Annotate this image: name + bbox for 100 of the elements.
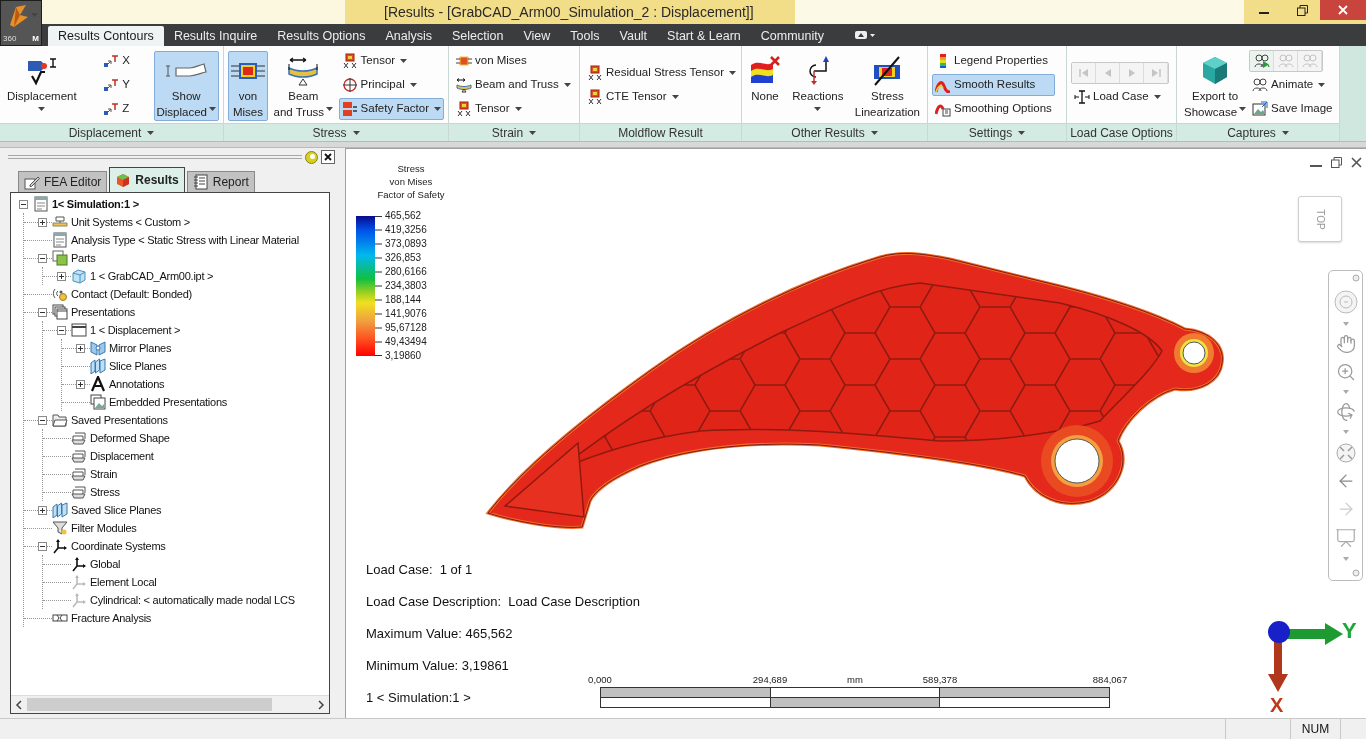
menu-tab[interactable]: Results Contours — [48, 26, 164, 46]
hand-icon[interactable] — [1335, 334, 1356, 355]
zoom-icon[interactable] — [1335, 362, 1356, 383]
tree-item[interactable]: 1< Simulation:1 > — [52, 195, 139, 213]
plus-box-icon[interactable] — [38, 505, 47, 515]
ribbon-button[interactable]: Z — [100, 97, 133, 120]
ribbon-button[interactable]: Export to Showcase — [1181, 50, 1250, 121]
caret-icon[interactable] — [326, 107, 334, 112]
minus-box-icon[interactable] — [38, 541, 47, 551]
caret-icon[interactable] — [352, 130, 360, 135]
ribbon-button[interactable]: Safety Factor — [338, 97, 444, 120]
menu-tab[interactable]: Results Options — [267, 26, 376, 46]
tree-item[interactable]: Displacement — [90, 447, 154, 465]
caret-icon[interactable] — [434, 106, 441, 111]
tree-item[interactable]: Filter Modules — [71, 519, 137, 537]
minus-box-icon[interactable] — [38, 415, 47, 425]
ribbon-button[interactable]: Residual Stress Tensor — [584, 61, 740, 84]
group-footer[interactable]: Captures — [1177, 123, 1339, 141]
ribbon-button[interactable]: Legend Properties — [932, 49, 1055, 72]
group-footer[interactable]: Settings — [928, 123, 1066, 141]
menu-tab[interactable]: Start & Learn — [657, 26, 751, 46]
caret-icon[interactable] — [870, 130, 878, 135]
ribbon-button[interactable]: Beam and Truss — [270, 50, 337, 121]
minus-box-icon[interactable] — [38, 307, 47, 317]
ribbon-button[interactable]: None — [746, 50, 784, 121]
group-footer[interactable]: Stress — [224, 123, 448, 141]
tree-item[interactable]: Parts — [71, 249, 96, 267]
menu-tab[interactable]: Vault — [609, 26, 658, 46]
application-menu-button[interactable]: 360 M — [0, 0, 42, 46]
ribbon-button[interactable]: von Mises — [228, 50, 268, 121]
tree-item[interactable]: Stress — [90, 483, 120, 501]
tree-item[interactable]: Contact (Default: Bonded) — [71, 285, 192, 303]
caret-icon[interactable] — [563, 82, 571, 87]
caret-icon[interactable] — [1281, 130, 1289, 135]
menu-tab[interactable]: Tools — [560, 26, 610, 46]
plus-box-icon[interactable] — [76, 379, 85, 389]
ribbon-button[interactable]: Tensor — [338, 49, 444, 72]
caret-icon[interactable] — [1239, 107, 1247, 112]
caret-icon[interactable] — [1153, 94, 1161, 99]
orbit-icon[interactable] — [1335, 402, 1356, 423]
minus-box-icon[interactable] — [38, 253, 47, 263]
plus-box-icon[interactable] — [76, 343, 85, 353]
caret-icon[interactable] — [514, 106, 522, 111]
tree-item[interactable]: Saved Presentations — [71, 411, 168, 429]
group-footer[interactable]: Other Results — [742, 123, 927, 141]
ribbon-button[interactable]: Reactions — [789, 50, 847, 121]
tree-item[interactable]: Presentations — [71, 303, 135, 321]
caret-icon[interactable] — [147, 130, 155, 135]
tree-item[interactable]: Analysis Type < Static Stress with Linear Material — [71, 231, 299, 249]
panel-tab[interactable]: FEA Editor — [18, 171, 108, 192]
caret-icon[interactable] — [1318, 82, 1326, 87]
caret-icon[interactable] — [671, 94, 679, 99]
ribbon-button[interactable]: Save Image — [1249, 97, 1336, 120]
menu-tab[interactable]: Results Inquire — [163, 26, 268, 46]
menu-tab[interactable]: View — [513, 26, 561, 46]
tree-item[interactable]: Mirror Planes — [109, 339, 172, 357]
tree-item[interactable]: Coordinate Systems — [71, 537, 166, 555]
caret-icon[interactable] — [1018, 130, 1026, 135]
horizontal-scrollbar[interactable] — [11, 695, 329, 713]
caret-icon[interactable] — [814, 106, 822, 111]
minus-box-icon[interactable] — [57, 325, 66, 335]
caret-icon[interactable] — [38, 106, 46, 111]
plus-box-icon[interactable] — [38, 217, 47, 227]
scrollbar-thumb[interactable] — [27, 698, 272, 711]
tree-item[interactable]: Slice Planes — [109, 357, 167, 375]
capture-button[interactable] — [1250, 50, 1275, 71]
plus-box-icon[interactable] — [57, 271, 66, 281]
ribbon-button[interactable]: Smooth Results — [932, 73, 1055, 96]
ribbon-button[interactable]: Displacement — [4, 50, 80, 121]
tree-item[interactable]: Annotations — [109, 375, 165, 393]
ribbon-button[interactable]: Animate — [1249, 73, 1336, 96]
tree-item[interactable]: Embedded Presentations — [109, 393, 228, 411]
tree-item[interactable]: 1 < GrabCAD_Arm00.ipt > — [90, 267, 214, 285]
group-footer[interactable]: Displacement — [0, 123, 223, 141]
caret-icon[interactable] — [529, 130, 537, 135]
ribbon-button[interactable]: Load Case — [1071, 85, 1169, 108]
tree-item[interactable]: Element Local — [90, 573, 157, 591]
ribbon-button[interactable]: Smoothing Options — [932, 97, 1055, 120]
tree-item[interactable]: 1 < Displacement > — [90, 321, 181, 339]
tree-item[interactable]: Cylindrical: < automatically made nodal LCS — [90, 591, 295, 609]
ribbon-button[interactable]: von Mises — [453, 49, 574, 72]
minus-box-icon[interactable] — [19, 199, 28, 209]
tree-item[interactable]: Saved Slice Planes — [71, 501, 162, 519]
ribbon-button[interactable]: Stress Linearization — [851, 50, 923, 121]
group-footer[interactable]: Strain — [449, 123, 579, 141]
panel-tab[interactable]: Report — [186, 171, 255, 192]
ribbon-button[interactable]: CTE Tensor — [584, 85, 740, 108]
ribbon-button[interactable]: Beam and Truss — [453, 73, 574, 96]
tree-item[interactable]: Deformed Shape — [90, 429, 170, 447]
caret-icon[interactable] — [209, 107, 216, 112]
tree-item[interactable]: Unit Systems < Custom > — [71, 213, 190, 231]
ribbon-button[interactable]: Show Displaced — [153, 50, 219, 121]
menu-tab[interactable]: Selection — [442, 26, 514, 46]
caret-icon[interactable] — [729, 70, 737, 75]
caret-icon[interactable] — [409, 82, 417, 87]
close-button[interactable] — [321, 150, 335, 164]
panel-tab[interactable]: Results — [109, 167, 185, 192]
tree-item[interactable]: Fracture Analysis — [71, 609, 152, 627]
menu-tab[interactable]: Analysis — [375, 26, 443, 46]
ribbon-button[interactable]: Y — [100, 73, 133, 96]
